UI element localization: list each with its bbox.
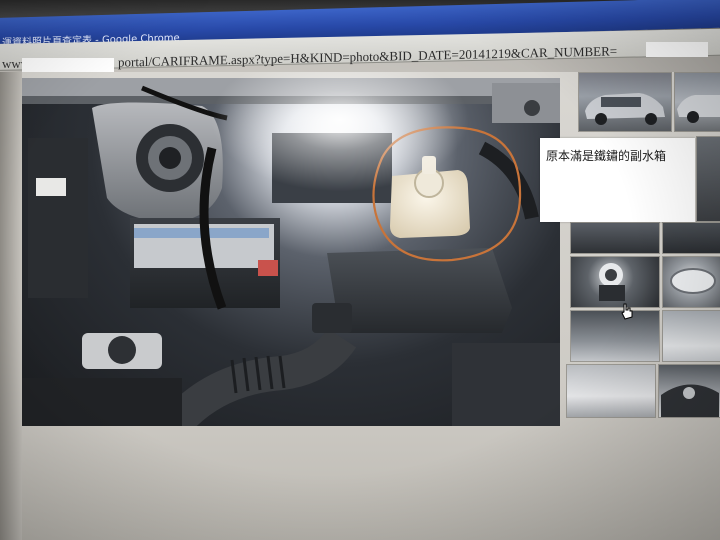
radiator-cap-icon [599, 263, 625, 301]
thumbnail-partial[interactable] [696, 136, 720, 222]
thumbnail-interior-2[interactable] [662, 310, 720, 362]
thumbnail-car-side[interactable] [674, 72, 720, 132]
car-front-icon [585, 93, 665, 125]
thumbnail-engine-2[interactable] [662, 222, 720, 254]
thumbnail-headlight[interactable] [662, 256, 720, 308]
hand-cursor-icon [621, 303, 633, 320]
thumbnail-car-front[interactable] [578, 72, 672, 132]
thumbnail-engine-1[interactable] [570, 222, 660, 254]
redacted-domain [22, 58, 114, 72]
annotation-box: 原本滿是鐵鏽的副水箱 [540, 138, 695, 222]
annotation-text: 原本滿是鐵鏽的副水箱 [546, 149, 667, 163]
dashboard-icon [661, 384, 719, 417]
thumbnail-radiator-cap[interactable] [570, 256, 660, 308]
engine-bay-drawing [22, 78, 560, 426]
engine-bay-photo[interactable] [22, 78, 560, 426]
headlight-icon [670, 268, 716, 294]
thumbnail-interior-1[interactable] [570, 310, 660, 362]
thumbnail-dashboard[interactable] [658, 364, 720, 418]
monitor-left-edge [0, 72, 22, 540]
thumbnail-floor[interactable] [566, 364, 656, 418]
monitor-photo: 運資料照片頁查定表 - Google Chrome www. portal/CA… [0, 0, 720, 540]
redacted-car-number [646, 42, 708, 57]
car-side-icon [677, 95, 720, 123]
